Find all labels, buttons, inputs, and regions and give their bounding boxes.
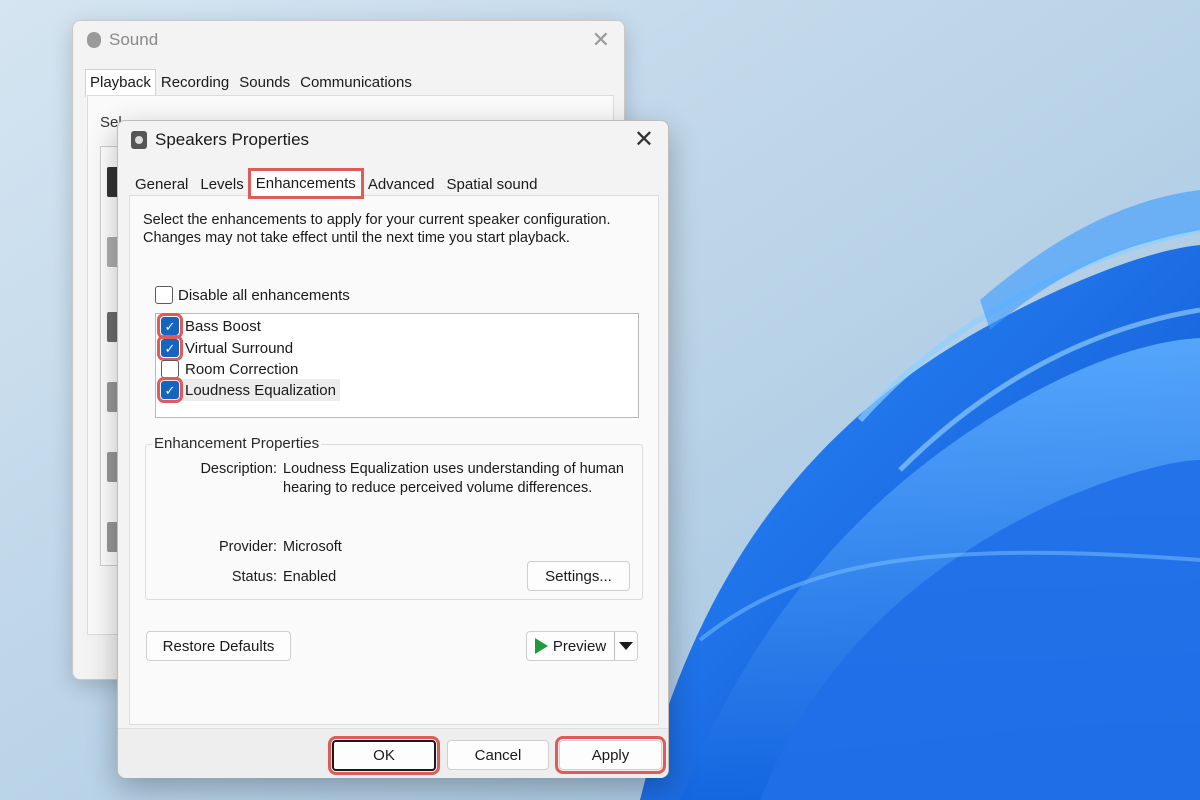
enhancement-properties-label: Enhancement Properties (152, 435, 322, 452)
tab-enhancements[interactable]: Enhancements (247, 168, 364, 199)
dialog-tab-bar: General Levels Enhancements Advanced Spa… (129, 168, 544, 199)
restore-defaults-button[interactable]: Restore Defaults (146, 631, 291, 661)
list-item-room-correction[interactable]: Room Correction (161, 358, 302, 380)
description-value: Loudness Equalization uses understanding… (283, 461, 624, 496)
enhancements-list[interactable]: Bass Boost Virtual Surround Room Correct… (155, 313, 639, 418)
provider-label: Provider: (218, 539, 277, 555)
list-item-label: Loudness Equalization (185, 381, 336, 399)
disable-all-checkbox[interactable] (155, 286, 173, 304)
provider-value: Microsoft (283, 539, 342, 555)
play-icon (534, 638, 548, 654)
tab-communications[interactable]: Communications (295, 69, 417, 97)
speakers-properties-dialog[interactable]: Speakers Properties ✕ General Levels Enh… (117, 120, 669, 778)
tab-levels[interactable]: Levels (194, 171, 249, 197)
tab-spatial-sound[interactable]: Spatial sound (441, 171, 544, 197)
bass-boost-checkbox[interactable] (157, 313, 183, 339)
description-label: Description: (200, 461, 277, 477)
list-item-label: Room Correction (185, 360, 299, 378)
speaker-icon (87, 32, 101, 48)
preview-label: Preview (552, 637, 607, 655)
list-item-loudness-equalization[interactable]: Loudness Equalization (157, 377, 340, 403)
tab-playback[interactable]: Playback (85, 69, 156, 97)
disable-all-row[interactable]: Disable all enhancements (155, 286, 350, 304)
enhancements-instructions: Select the enhancements to apply for you… (143, 212, 611, 246)
list-item-bass-boost[interactable]: Bass Boost (157, 313, 265, 339)
list-item-label: Bass Boost (185, 317, 261, 335)
tab-sounds[interactable]: Sounds (234, 69, 295, 97)
settings-button[interactable]: Settings... (527, 561, 630, 591)
virtual-surround-checkbox[interactable] (157, 335, 183, 361)
dialog-title: Speakers Properties (131, 130, 309, 150)
loudness-equalization-checkbox[interactable] (157, 377, 183, 403)
close-icon[interactable]: ✕ (592, 27, 610, 53)
sound-tab-bar: Playback Recording Sounds Communications (85, 69, 417, 97)
chevron-down-icon (619, 642, 633, 650)
dialog-title-text: Speakers Properties (155, 130, 310, 149)
list-item-label: Virtual Surround (185, 339, 294, 357)
status-label: Status: (231, 569, 277, 585)
apply-button[interactable]: Apply (555, 736, 666, 774)
tab-advanced[interactable]: Advanced (362, 171, 441, 197)
disable-all-label: Disable all enhancements (178, 286, 350, 304)
status-value: Enabled (283, 569, 337, 585)
tab-general[interactable]: General (129, 171, 194, 197)
cancel-button[interactable]: Cancel (447, 740, 549, 770)
speaker-icon (131, 131, 147, 149)
preview-dropdown[interactable] (615, 632, 637, 660)
list-item-virtual-surround[interactable]: Virtual Surround (157, 335, 297, 361)
tab-recording[interactable]: Recording (156, 69, 234, 97)
preview-split-button[interactable]: Preview (526, 631, 638, 661)
sound-window-title: Sound (87, 30, 158, 50)
preview-button[interactable]: Preview (527, 632, 615, 660)
close-icon[interactable]: ✕ (634, 125, 654, 154)
room-correction-checkbox[interactable] (161, 360, 179, 378)
ok-button[interactable]: OK (328, 736, 440, 775)
